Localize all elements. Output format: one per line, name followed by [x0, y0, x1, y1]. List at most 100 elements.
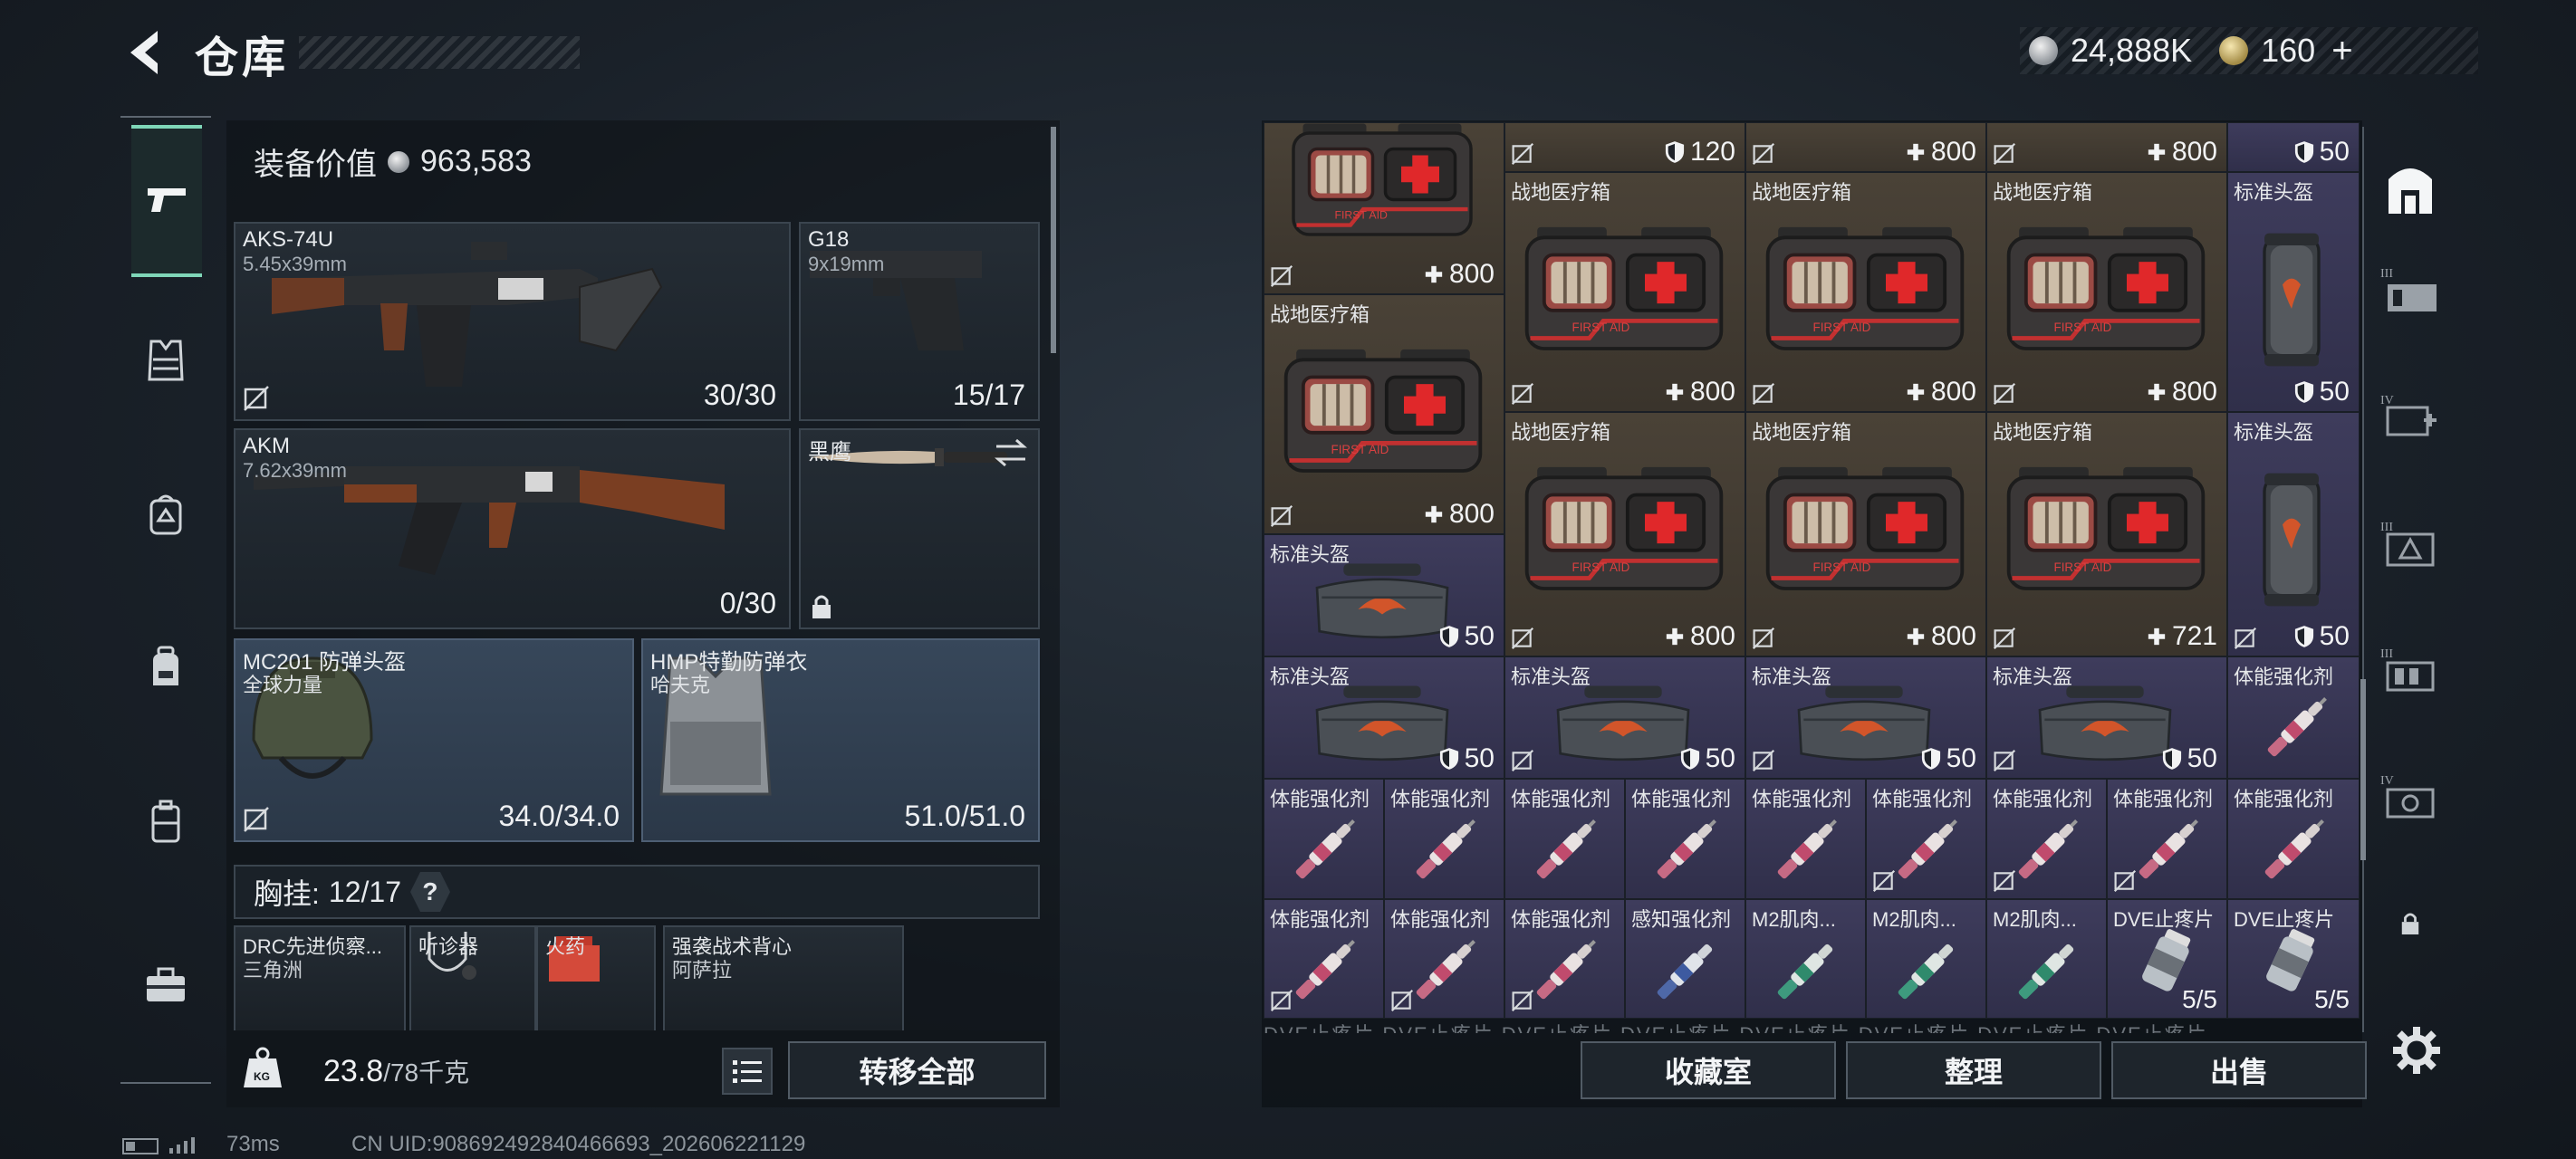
storage-item-dve[interactable]: DVE止疼片 5/5 — [2227, 899, 2360, 1019]
tab-tier4-medical[interactable]: IV — [2371, 380, 2448, 453]
settings-gear-icon[interactable] — [2389, 1023, 2444, 1078]
storage-item-helmet[interactable]: 标准头盔 50 — [2227, 412, 2360, 656]
storage-item[interactable]: 120 — [1504, 122, 1745, 172]
storage-item-stim[interactable]: 体能强化剂 — [1625, 779, 1745, 899]
storage-category-tabs: III IV III III IV — [2371, 127, 2448, 1050]
storage-item-m2[interactable]: M2肌肉... — [1866, 899, 1986, 1019]
currency-bar: 24,888K 160 + — [2020, 27, 2478, 74]
storage-item-stim[interactable]: 体能强化剂 — [2227, 656, 2360, 779]
carry-weight: 23.8/78千克 — [323, 1053, 469, 1089]
no-insurance-icon — [1511, 142, 1534, 166]
add-currency-button[interactable]: + — [2331, 31, 2352, 72]
no-insurance-icon — [243, 385, 270, 412]
no-insurance-icon — [1993, 749, 2016, 772]
storage-item[interactable]: 800 — [1986, 122, 2227, 172]
storage-item-stim[interactable]: 体能强化剂 — [1264, 899, 1384, 1019]
tab-all-storage[interactable] — [2371, 154, 2448, 226]
shield-icon — [2294, 380, 2314, 404]
storage-item-stim[interactable]: 体能强化剂 — [1264, 779, 1384, 899]
storage-item-medkit[interactable]: 800 — [1264, 122, 1504, 294]
item-value: 50 — [1921, 743, 1976, 774]
tab-backpack[interactable] — [131, 634, 200, 703]
storage-item-stim[interactable]: 体能强化剂 — [1866, 779, 1986, 899]
primary-weapon-slot[interactable]: AKS-74U 5.45x39mm 30/30 — [234, 222, 791, 421]
weapon-caliber: 9x19mm — [808, 253, 885, 275]
item-value: 50 — [1439, 743, 1495, 774]
collection-room-button[interactable]: 收藏室 — [1581, 1041, 1836, 1099]
melee-slot[interactable]: 黑鹰 — [799, 428, 1040, 629]
storage-item-perception-stim[interactable]: 感知强化剂 — [1625, 899, 1745, 1019]
no-insurance-icon — [243, 806, 270, 833]
rig-slot[interactable]: 强袭战术背心 阿萨拉 — [663, 925, 904, 1032]
storage-item-stim[interactable]: 体能强化剂 — [2227, 779, 2360, 899]
item-value: 800 — [1665, 621, 1735, 652]
helmet-bag-image — [1551, 683, 1696, 769]
storage-item-helmet[interactable]: 标准头盔 50 — [1504, 656, 1745, 779]
storage-item-medkit[interactable]: 战地医疗箱 800 — [1504, 172, 1745, 412]
storage-item-stim[interactable]: 体能强化剂 — [1384, 779, 1504, 899]
sell-button[interactable]: 出售 — [2111, 1041, 2367, 1099]
tab-case[interactable] — [131, 788, 200, 857]
tab-tier4-gear[interactable]: IV — [2371, 761, 2448, 833]
storage-item[interactable]: 800 — [1745, 122, 1986, 172]
storage-item-medkit[interactable]: 战地医疗箱 721 — [1986, 412, 2227, 656]
rig-slot[interactable]: 火药 — [536, 925, 656, 1032]
page-title: 仓库 — [195, 34, 290, 82]
storage-item-helmet[interactable]: 标准头盔 50 — [1264, 534, 1504, 656]
tab-toolbox[interactable] — [131, 951, 200, 1020]
tab-tier3-ammo[interactable]: III — [2371, 634, 2448, 706]
storage-item-helmet[interactable]: 标准头盔 50 — [1264, 656, 1504, 779]
armor-slot[interactable]: HMP特勤防弹衣 哈夫克 51.0/51.0 — [641, 638, 1040, 842]
shield-icon — [1439, 747, 1459, 771]
no-insurance-icon — [2113, 869, 2137, 893]
tab-helmet-bag[interactable] — [131, 480, 200, 549]
storage-item-medkit[interactable]: 战地医疗箱 800 — [1745, 412, 1986, 656]
storage-item-m2[interactable]: M2肌肉... — [1745, 899, 1866, 1019]
swap-icon[interactable] — [993, 437, 1029, 468]
no-insurance-icon — [2234, 627, 2257, 650]
storage-item-medkit[interactable]: 战地医疗箱 800 — [1264, 294, 1504, 534]
helmet-slot[interactable]: MC201 防弹头盔 全球力量 34.0/34.0 — [234, 638, 634, 842]
item-value: 800 — [1906, 377, 1976, 407]
storage-item-helmet[interactable]: 标准头盔 50 — [2227, 172, 2360, 412]
no-insurance-icon — [1390, 989, 1414, 1012]
transfer-all-button[interactable]: 转移全部 — [788, 1041, 1046, 1099]
shield-icon — [1665, 140, 1685, 164]
plus-icon — [1906, 142, 1926, 162]
storage-item-stim[interactable]: 体能强化剂 — [1384, 899, 1504, 1019]
storage-item-helmet[interactable]: 标准头盔 50 — [1986, 656, 2227, 779]
tab-weapons[interactable] — [131, 125, 202, 277]
storage-item-stim[interactable]: 体能强化剂 — [1745, 779, 1866, 899]
item-value: 50 — [1439, 621, 1495, 652]
tab-tier3-containers[interactable]: III — [2371, 254, 2448, 326]
rig-slot[interactable]: DRC先进侦察... 三角洲 — [234, 925, 406, 1032]
loadout-scrollbar[interactable] — [1051, 127, 1056, 353]
storage-item-medkit[interactable]: 战地医疗箱 800 — [1504, 412, 1745, 656]
tab-locked[interactable] — [2371, 887, 2448, 960]
sort-button[interactable]: 整理 — [1846, 1041, 2101, 1099]
storage-item-m2[interactable]: M2肌肉... — [1986, 899, 2107, 1019]
storage-item-stim[interactable]: 体能强化剂 — [1504, 779, 1625, 899]
list-view-button[interactable] — [722, 1048, 773, 1095]
akm-image — [254, 466, 725, 575]
help-button[interactable]: ? — [409, 872, 450, 912]
tab-tier3-armor[interactable]: III — [2371, 507, 2448, 580]
storage-item-stim[interactable]: 体能强化剂 — [2107, 779, 2227, 899]
storage-item-stim[interactable]: 体能强化剂 — [1504, 899, 1625, 1019]
tab-vest[interactable] — [131, 326, 200, 395]
storage-item-medkit[interactable]: 战地医疗箱 800 — [1745, 172, 1986, 412]
helmet-faction: 全球力量 — [243, 674, 323, 696]
item-value: 800 — [1906, 137, 1976, 168]
storage-item-medkit[interactable]: 战地医疗箱 800 — [1986, 172, 2227, 412]
storage-item[interactable]: 50 — [2227, 122, 2360, 172]
equip-value-amount: 963,583 — [420, 144, 532, 178]
storage-item-stim[interactable]: 体能强化剂 — [1986, 779, 2107, 899]
storage-item-helmet[interactable]: 标准头盔 50 — [1745, 656, 1986, 779]
secondary-weapon-slot[interactable]: AKM 7.62x39mm 0/30 — [234, 428, 791, 629]
storage-item-dve[interactable]: DVE止疼片 5/5 — [2107, 899, 2227, 1019]
storage-scrollbar[interactable] — [2360, 679, 2366, 860]
back-button[interactable] — [118, 25, 172, 80]
sidearm-slot[interactable]: G18 9x19mm 15/17 — [799, 222, 1040, 421]
item-name: 战地医疗箱 — [1752, 421, 1852, 444]
rig-slot[interactable]: 听诊器 — [409, 925, 536, 1032]
